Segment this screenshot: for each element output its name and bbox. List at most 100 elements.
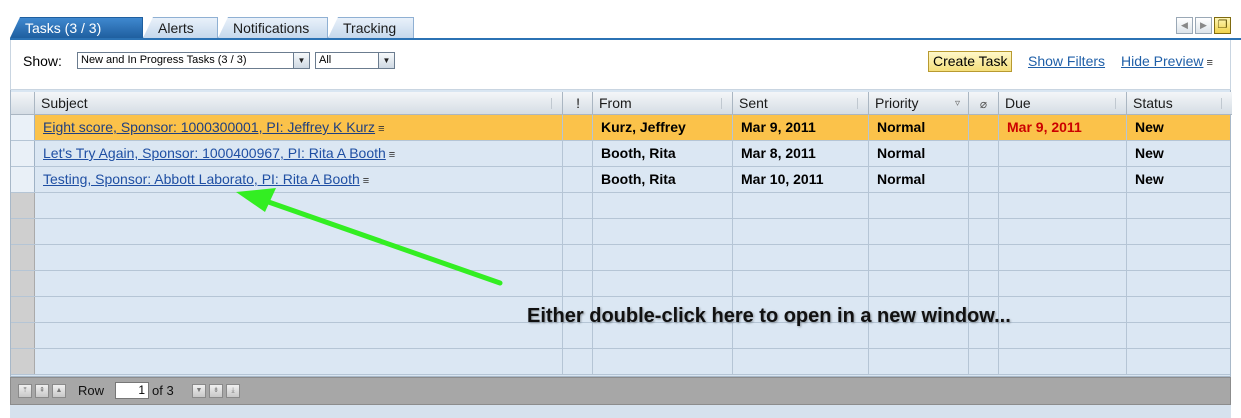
- attachment-cell: [969, 167, 999, 192]
- row-selector: [11, 219, 35, 244]
- column-header-from[interactable]: From: [593, 92, 733, 115]
- tab-tasks-label: Tasks (3 / 3): [25, 20, 102, 36]
- scope-select-value: All: [319, 54, 332, 66]
- column-header-importance-label: !: [576, 95, 580, 111]
- row-selector: [11, 297, 35, 322]
- filter-icon[interactable]: ▿: [955, 92, 960, 115]
- sent-cell: Mar 10, 2011: [733, 167, 869, 192]
- status-cell: New: [1135, 145, 1164, 161]
- tab-notifications-label: Notifications: [233, 20, 310, 36]
- row-selector: [11, 271, 35, 296]
- row-selector[interactable]: [11, 167, 35, 192]
- hide-preview-label: Hide Preview: [1121, 53, 1204, 69]
- row-selector: [11, 245, 35, 270]
- column-header-subject-label: Subject: [41, 95, 88, 111]
- column-header-sent[interactable]: Sent: [733, 92, 869, 115]
- create-task-button[interactable]: Create Task: [928, 51, 1013, 72]
- previous-row-icon[interactable]: ▲: [52, 384, 66, 398]
- status-cell: New: [1135, 119, 1164, 135]
- importance-cell: [563, 141, 593, 166]
- open-window-icon[interactable]: ❐: [1214, 17, 1231, 34]
- task-subject-link[interactable]: Eight score, Sponsor: 1000300001, PI: Je…: [43, 119, 375, 135]
- empty-row: [11, 245, 1230, 271]
- chevron-down-icon: ▼: [378, 53, 394, 68]
- empty-row: [11, 219, 1230, 245]
- due-cell: [999, 167, 1127, 192]
- scroll-right-icon[interactable]: ▶: [1195, 17, 1212, 34]
- from-cell: Booth, Rita: [593, 167, 733, 192]
- context-menu-icon[interactable]: ≡: [1206, 57, 1212, 69]
- row-number-input[interactable]: 1: [115, 382, 149, 399]
- last-page-icon[interactable]: ⤓: [226, 384, 240, 398]
- row-selector: [11, 349, 35, 374]
- column-header-status[interactable]: Status: [1127, 92, 1232, 115]
- hide-preview-link[interactable]: Hide Preview ≡: [1121, 53, 1213, 69]
- column-header-subject[interactable]: Subject: [35, 92, 563, 115]
- row-selector[interactable]: [11, 115, 35, 140]
- tab-notifications[interactable]: Notifications: [218, 17, 328, 38]
- column-header-from-label: From: [599, 95, 632, 111]
- scope-select[interactable]: All ▼: [315, 52, 395, 69]
- attachment-cell: [969, 141, 999, 166]
- empty-row: [11, 271, 1230, 297]
- tab-alerts-label: Alerts: [158, 20, 194, 36]
- importance-cell: [563, 167, 593, 192]
- row-count-label: of 3: [152, 383, 174, 398]
- priority-cell: Normal: [869, 167, 969, 192]
- context-menu-icon[interactable]: ≡: [378, 117, 384, 140]
- row-label: Row: [78, 383, 105, 398]
- task-toolbar: Show: New and In Progress Tasks (3 / 3) …: [10, 40, 1231, 90]
- column-header-sent-label: Sent: [739, 95, 768, 111]
- row-selector[interactable]: [11, 141, 35, 166]
- priority-cell: Normal: [869, 115, 969, 140]
- due-cell: [999, 141, 1127, 166]
- annotation-text: Either double-click here to open in a ne…: [527, 305, 1011, 327]
- due-cell: Mar 9, 2011: [999, 115, 1127, 140]
- task-subject-link[interactable]: Let's Try Again, Sponsor: 1000400967, PI…: [43, 145, 386, 161]
- task-subject-link[interactable]: Testing, Sponsor: Abbott Laborato, PI: R…: [43, 171, 360, 187]
- tab-tracking-label: Tracking: [343, 20, 397, 36]
- paperclip-icon: ⌀: [979, 97, 988, 111]
- table-row[interactable]: Eight score, Sponsor: 1000300001, PI: Je…: [11, 115, 1230, 141]
- previous-page-icon[interactable]: ⇞: [35, 384, 49, 398]
- scroll-left-icon[interactable]: ◀: [1176, 17, 1193, 34]
- table-row[interactable]: Let's Try Again, Sponsor: 1000400967, PI…: [11, 141, 1230, 167]
- subject-cell: Let's Try Again, Sponsor: 1000400967, PI…: [35, 141, 563, 166]
- show-filters-link[interactable]: Show Filters: [1028, 53, 1105, 69]
- pager-bar: ⤒ ⇞ ▲ Row 1 of 3 ▼ ⇟ ⤓: [10, 377, 1231, 405]
- empty-row: [11, 349, 1230, 375]
- from-cell: Kurz, Jeffrey: [593, 115, 733, 140]
- column-header-due[interactable]: Due: [999, 92, 1127, 115]
- empty-row: [11, 193, 1230, 219]
- context-menu-icon[interactable]: ≡: [363, 169, 369, 192]
- task-filter-select[interactable]: New and In Progress Tasks (3 / 3) ▼: [77, 52, 310, 69]
- subject-cell: Testing, Sponsor: Abbott Laborato, PI: R…: [35, 167, 563, 192]
- sent-cell: Mar 8, 2011: [733, 141, 869, 166]
- next-page-icon[interactable]: ⇟: [209, 384, 223, 398]
- bottom-strip: [10, 405, 1231, 418]
- column-header-status-label: Status: [1133, 95, 1173, 111]
- column-header-attachment[interactable]: ⌀: [969, 92, 999, 115]
- first-page-icon[interactable]: ⤒: [18, 384, 32, 398]
- tab-nav-buttons: ◀ ▶ ❐: [1176, 17, 1231, 34]
- task-grid: Subject ! From Sent Priority ▿ ⌀ Due Stat…: [10, 90, 1232, 377]
- next-row-icon[interactable]: ▼: [192, 384, 206, 398]
- table-row[interactable]: Testing, Sponsor: Abbott Laborato, PI: R…: [11, 167, 1230, 193]
- select-all-corner[interactable]: [11, 92, 35, 115]
- from-cell: Booth, Rita: [593, 141, 733, 166]
- column-header-priority-label: Priority: [875, 95, 919, 111]
- status-cell: New: [1135, 171, 1164, 187]
- importance-cell: [563, 115, 593, 140]
- priority-cell: Normal: [869, 141, 969, 166]
- column-header-priority[interactable]: Priority ▿: [869, 92, 969, 115]
- tab-tasks[interactable]: Tasks (3 / 3): [10, 17, 143, 38]
- tab-alerts[interactable]: Alerts: [143, 17, 218, 38]
- tab-tracking[interactable]: Tracking: [328, 17, 414, 38]
- sent-cell: Mar 9, 2011: [733, 115, 869, 140]
- column-header-importance[interactable]: !: [563, 92, 593, 115]
- context-menu-icon[interactable]: ≡: [389, 143, 395, 166]
- row-selector: [11, 323, 35, 348]
- chevron-down-icon: ▼: [293, 53, 309, 68]
- attachment-cell: [969, 115, 999, 140]
- subject-cell: Eight score, Sponsor: 1000300001, PI: Je…: [35, 115, 563, 140]
